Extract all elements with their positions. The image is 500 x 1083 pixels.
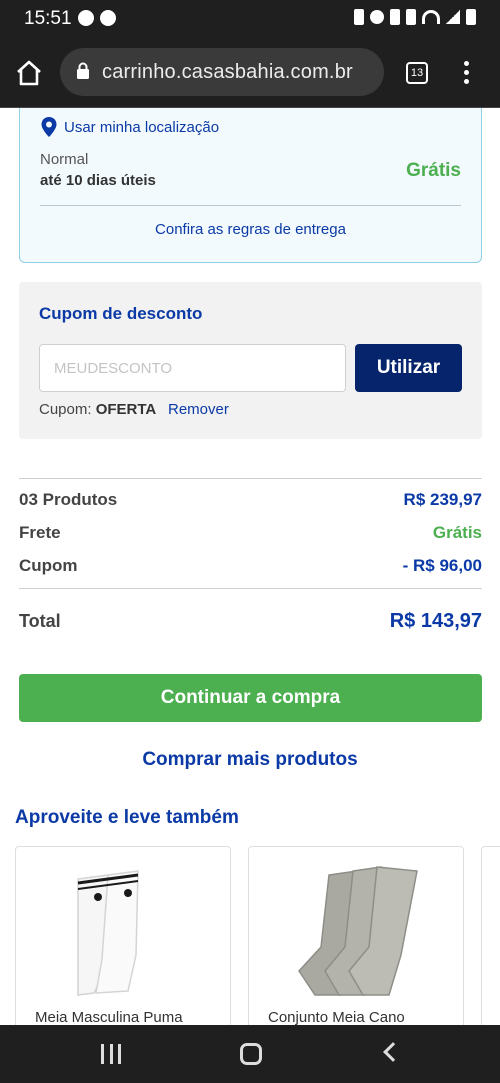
total-label: Total — [19, 611, 61, 631]
wifi-icon — [422, 10, 440, 24]
products-value: R$ 239,97 — [403, 490, 482, 509]
location-pin-icon — [41, 117, 57, 137]
home-icon[interactable] — [14, 58, 44, 88]
buy-more-products-link[interactable]: Comprar mais produtos — [0, 749, 500, 771]
alarm-icon — [370, 10, 384, 24]
total-value: R$ 143,97 — [389, 610, 482, 632]
products-label: 03 Produtos — [19, 490, 118, 509]
system-nav-bar — [0, 1025, 500, 1083]
product-card[interactable]: Conjunto Meia Cano — [248, 846, 464, 1025]
shipping-price: Grátis — [406, 160, 461, 181]
product-card[interactable] — [481, 846, 500, 1025]
browser-toolbar: carrinho.casasbahia.com.br 13 — [0, 38, 500, 108]
address-bar[interactable]: carrinho.casasbahia.com.br — [60, 48, 384, 96]
lock-icon — [76, 62, 90, 80]
status-time: 15:51 — [24, 8, 72, 29]
home-button-icon[interactable] — [240, 1043, 262, 1065]
divider — [40, 205, 461, 206]
mute-icon — [406, 9, 416, 25]
remove-coupon-link[interactable]: Remover — [168, 401, 229, 418]
use-location-label: Usar minha localização — [64, 118, 220, 136]
shipping-time: até 10 dias úteis — [40, 172, 156, 189]
product-name: Meia Masculina Puma — [35, 1009, 183, 1025]
status-bar: 15:51 — [0, 0, 500, 38]
summary-coupon-row: Cupom - R$ 96,00 — [19, 556, 482, 576]
status-left-icons — [78, 10, 116, 26]
timer-icon — [100, 10, 116, 26]
signal-icon — [446, 10, 460, 24]
shipping-value: Grátis — [432, 523, 482, 542]
summary-total-row: Total R$ 143,97 — [19, 610, 482, 633]
coupon-card: Cupom de desconto Utilizar Cupom: OFERTA… — [19, 282, 482, 439]
applied-coupon-code: OFERTA — [95, 401, 157, 418]
applied-coupon: Cupom: OFERTA — [39, 401, 156, 418]
coupon-input[interactable] — [39, 344, 346, 392]
delivery-rules-link[interactable]: Confira as regras de entrega — [20, 221, 481, 238]
cart-page: Usar minha localização Normal até 10 dia… — [0, 108, 500, 1025]
summary-products-row: 03 Produtos R$ 239,97 — [19, 490, 482, 510]
product-name: Conjunto Meia Cano — [268, 1009, 405, 1025]
recommendations-title: Aproveite e leve também — [15, 807, 239, 828]
url-text: carrinho.casasbahia.com.br — [102, 61, 353, 83]
back-icon[interactable] — [383, 1042, 403, 1062]
product-card[interactable]: Meia Masculina Puma — [15, 846, 231, 1025]
bluetooth-icon — [390, 9, 400, 25]
coupon-value: - R$ 96,00 — [402, 556, 482, 575]
delivery-card: Usar minha localização Normal até 10 dia… — [19, 108, 482, 263]
coupon-label: Cupom — [19, 556, 78, 575]
applied-coupon-prefix: Cupom: — [39, 401, 92, 418]
coupon-title: Cupom de desconto — [39, 304, 203, 323]
apply-coupon-button[interactable]: Utilizar — [355, 344, 462, 392]
continue-purchase-button[interactable]: Continuar a compra — [19, 674, 482, 722]
summary-divider-top — [19, 478, 482, 479]
more-menu-icon[interactable] — [458, 61, 474, 87]
lock-screen-icon — [354, 9, 364, 25]
battery-icon — [466, 9, 476, 25]
product-image-socks-grey — [298, 866, 418, 996]
product-image-socks-white — [77, 870, 139, 996]
status-right-icons — [354, 9, 476, 25]
recent-apps-icon[interactable] — [101, 1044, 121, 1064]
tab-switcher-button[interactable]: 13 — [406, 62, 428, 84]
shipping-label: Frete — [19, 523, 61, 542]
shipping-type: Normal — [40, 151, 89, 168]
use-location-link[interactable]: Usar minha localização — [40, 116, 219, 138]
summary-divider-bottom — [19, 588, 482, 589]
summary-shipping-row: Frete Grátis — [19, 523, 482, 543]
notification-icon — [78, 10, 94, 26]
